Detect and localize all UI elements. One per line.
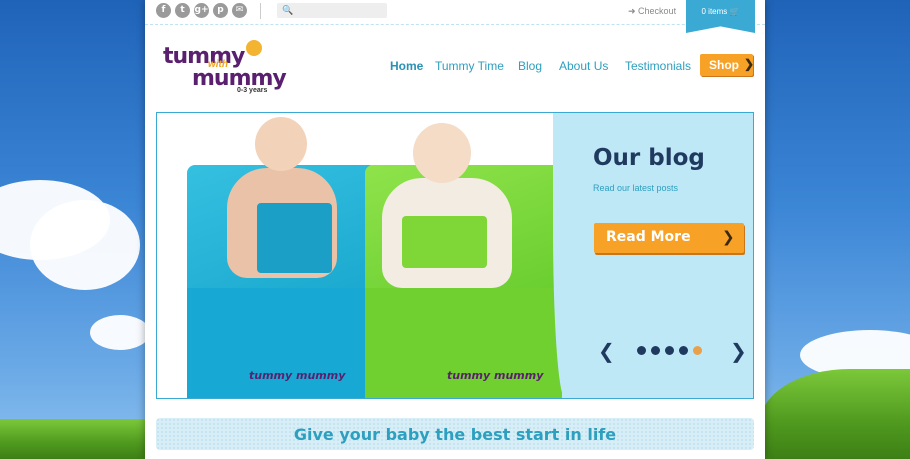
- search-icon: 🔍: [282, 5, 294, 15]
- divider: [260, 3, 261, 19]
- tagline-banner: Give your baby the best start in life: [156, 418, 754, 450]
- cart-button[interactable]: 0 items 🛒: [686, 0, 755, 33]
- chevron-right-icon: ❯: [722, 228, 735, 246]
- checkout-label: Checkout: [638, 6, 677, 16]
- chair-strap: [402, 216, 487, 268]
- logo-age: 0-3 years: [237, 87, 268, 94]
- baby-icon: [246, 40, 262, 56]
- chevron-right-icon: ❯: [744, 57, 755, 71]
- slider-dot-active[interactable]: [693, 346, 702, 355]
- shop-button[interactable]: Shop ❯: [700, 54, 755, 76]
- nav-tummy-time[interactable]: Tummy Time: [435, 59, 504, 73]
- chair-strap: [257, 203, 332, 273]
- slider-dot[interactable]: [679, 346, 688, 355]
- chair-logo: tummy mummy: [249, 369, 346, 382]
- cloud: [30, 200, 140, 290]
- grass-right: [760, 369, 910, 459]
- slide-title: Our blog: [593, 145, 705, 171]
- read-more-label: Read More: [606, 229, 691, 245]
- read-more-button[interactable]: Read More ❯: [594, 223, 744, 253]
- grass-left: [0, 419, 150, 459]
- slider-dot[interactable]: [637, 346, 646, 355]
- slider-dot[interactable]: [651, 346, 660, 355]
- cart-label: 0 items: [701, 7, 728, 16]
- arrow-right-icon: ➜: [628, 6, 639, 16]
- google-plus-icon[interactable]: g+: [194, 3, 209, 18]
- cart-icon: 🛒: [729, 7, 740, 16]
- nav-testimonials[interactable]: Testimonials: [625, 59, 691, 73]
- chair-logo: tummy mummy: [447, 369, 544, 382]
- pinterest-icon[interactable]: p: [213, 3, 228, 18]
- twitter-icon[interactable]: t: [175, 3, 190, 18]
- top-bar: f t g+ p ✉ 🔍 ➜ Checkout: [145, 0, 765, 25]
- page: f t g+ p ✉ 🔍 ➜ Checkout 0 items 🛒 tummy …: [145, 0, 765, 459]
- shop-label: Shop: [709, 58, 739, 72]
- nav-blog[interactable]: Blog: [518, 59, 542, 73]
- nav-about-us[interactable]: About Us: [559, 59, 608, 73]
- nav-home[interactable]: Home: [390, 59, 423, 73]
- cloud: [90, 315, 150, 350]
- slide-subtitle[interactable]: Read our latest posts: [593, 183, 678, 193]
- slider-next-icon[interactable]: ❯: [730, 339, 747, 363]
- slider-prev-icon[interactable]: ❮: [598, 339, 615, 363]
- site-logo[interactable]: tummy with mummy 0-3 years: [160, 36, 287, 98]
- tagline-text: Give your baby the best start in life: [293, 425, 617, 444]
- facebook-icon[interactable]: f: [156, 3, 171, 18]
- baby-image: [255, 117, 307, 171]
- hero-slider: tummy mummy tummy mummy Our blog Read ou…: [156, 112, 754, 399]
- slider-dot[interactable]: [665, 346, 674, 355]
- baby-image: [413, 123, 471, 183]
- checkout-link[interactable]: ➜ Checkout: [628, 6, 676, 17]
- search-input[interactable]: 🔍: [277, 3, 387, 18]
- email-icon[interactable]: ✉: [232, 3, 247, 18]
